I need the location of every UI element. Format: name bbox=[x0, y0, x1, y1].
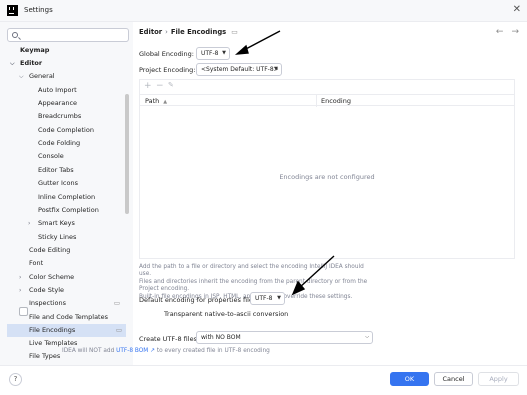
chevron-down-icon: ▼ bbox=[274, 66, 278, 72]
sidebar-item-sticky-lines[interactable]: Sticky Lines bbox=[38, 231, 76, 244]
sidebar-item-smart-keys[interactable]: › Smart Keys bbox=[28, 217, 75, 230]
sidebar-item-file-and-code-templates[interactable]: File and Code Templates bbox=[29, 311, 108, 324]
column-header-path[interactable]: Path ▲ bbox=[145, 97, 167, 105]
chevron-down-icon: ▼ bbox=[277, 295, 281, 301]
global-encoding-label: Global Encoding: bbox=[139, 50, 194, 58]
dialog-footer: ? OK Cancel Apply bbox=[0, 365, 527, 395]
chevron-right-icon[interactable]: › bbox=[28, 217, 30, 230]
sidebar-item-color-scheme[interactable]: › Color Scheme bbox=[19, 271, 74, 284]
chevron-down-icon: ⌵ bbox=[365, 334, 369, 340]
table-empty-text: Encodings are not configured bbox=[279, 173, 375, 181]
properties-encoding-label: Default encoding for properties files: bbox=[139, 296, 259, 304]
sidebar-item-font[interactable]: Font bbox=[29, 257, 43, 270]
project-encoding-value: <System Default: UTF-8> bbox=[201, 66, 279, 73]
sidebar-item-keymap[interactable]: Keymap bbox=[20, 44, 49, 57]
history-nav: ← → bbox=[488, 27, 519, 37]
bom-hint-text: to every created file in UTF-8 encoding bbox=[156, 348, 270, 354]
title-bar: Settings ✕ bbox=[0, 0, 527, 22]
chevron-down-icon[interactable]: ⌵ bbox=[10, 57, 15, 70]
chevron-right-icon[interactable]: › bbox=[19, 284, 21, 297]
sidebar-item-code-completion[interactable]: Code Completion bbox=[38, 124, 94, 137]
help-text-line: Add the path to a file or directory and … bbox=[139, 264, 364, 278]
project-encoding-select[interactable]: <System Default: UTF-8> ▼ bbox=[196, 63, 282, 76]
sidebar-item-console[interactable]: Console bbox=[38, 150, 64, 163]
global-encoding-select[interactable]: UTF-8 ▼ bbox=[196, 47, 230, 60]
bom-hint-text: IDEA will NOT add bbox=[62, 348, 115, 354]
ok-button[interactable]: OK bbox=[390, 372, 429, 386]
edit-icon[interactable]: ✎ bbox=[168, 81, 174, 89]
breadcrumb-separator: › bbox=[165, 28, 168, 36]
sidebar-item-file-encodings[interactable]: File Encodings ▭ bbox=[7, 324, 126, 337]
project-scope-icon: ▭ bbox=[113, 299, 120, 307]
project-encoding-label: Project Encoding: bbox=[139, 66, 196, 74]
search-input[interactable] bbox=[22, 30, 122, 40]
sidebar-item-postfix-completion[interactable]: Postfix Completion bbox=[38, 204, 99, 217]
sidebar-item-editor-tabs[interactable]: Editor Tabs bbox=[38, 164, 74, 177]
sort-ascending-icon: ▲ bbox=[163, 99, 168, 105]
table-header: Path ▲ Encoding bbox=[140, 94, 514, 107]
breadcrumb-editor[interactable]: Editor bbox=[139, 28, 162, 36]
sidebar-item-gutter-icons[interactable]: Gutter Icons bbox=[38, 177, 78, 190]
forward-arrow-icon[interactable]: → bbox=[511, 27, 519, 37]
create-utf8-label: Create UTF-8 files: bbox=[139, 335, 200, 343]
bom-select[interactable]: with NO BOM ⌵ bbox=[196, 331, 373, 344]
sidebar-item-auto-import[interactable]: Auto Import bbox=[38, 84, 77, 97]
chevron-down-icon: ▼ bbox=[222, 50, 226, 56]
bom-value: with NO BOM bbox=[201, 334, 241, 341]
sidebar-item-editor[interactable]: ⌵ Editor bbox=[10, 57, 42, 70]
encodings-table: + − ✎ Path ▲ Encoding Encodings are not c… bbox=[139, 79, 515, 259]
native-to-ascii-label[interactable]: Transparent native-to-ascii conversion bbox=[164, 310, 288, 318]
project-scope-icon: ▭ bbox=[231, 28, 238, 36]
sidebar-scrollbar[interactable] bbox=[125, 94, 129, 214]
help-button[interactable]: ? bbox=[9, 373, 22, 386]
remove-icon[interactable]: − bbox=[156, 81, 164, 91]
global-encoding-value: UTF-8 bbox=[201, 50, 219, 57]
table-toolbar: + − ✎ bbox=[140, 80, 514, 94]
sidebar-item-inspections[interactable]: Inspections ▭ bbox=[29, 297, 126, 310]
sidebar-item-code-editing[interactable]: Code Editing bbox=[29, 244, 70, 257]
app-logo-icon bbox=[7, 5, 18, 16]
properties-encoding-select[interactable]: UTF-8 ▼ bbox=[250, 292, 285, 305]
bom-hint: IDEA will NOT add UTF-8 BOM ↗ to every c… bbox=[62, 348, 270, 354]
column-divider[interactable] bbox=[316, 95, 317, 107]
add-icon[interactable]: + bbox=[144, 81, 152, 91]
sidebar-item-general[interactable]: ⌵ General bbox=[19, 70, 55, 83]
sidebar-item-code-folding[interactable]: Code Folding bbox=[38, 137, 80, 150]
utf8-bom-link[interactable]: UTF-8 BOM ↗ bbox=[116, 348, 155, 354]
close-icon[interactable]: ✕ bbox=[513, 4, 521, 16]
settings-search[interactable] bbox=[7, 28, 129, 42]
sidebar-item-file-types[interactable]: File Types bbox=[29, 350, 60, 363]
back-arrow-icon[interactable]: ← bbox=[496, 27, 504, 37]
page-title: File Encodings bbox=[170, 28, 227, 36]
chevron-right-icon[interactable]: › bbox=[19, 271, 21, 284]
cancel-button[interactable]: Cancel bbox=[434, 372, 473, 386]
properties-encoding-value: UTF-8 bbox=[255, 295, 273, 302]
window-title: Settings bbox=[24, 6, 53, 14]
search-icon bbox=[12, 32, 18, 38]
breadcrumb: Editor › File Encodings ▭ bbox=[139, 28, 238, 36]
sidebar-item-breadcrumbs[interactable]: Breadcrumbs bbox=[38, 110, 81, 123]
project-scope-icon: ▭ bbox=[115, 326, 122, 334]
sidebar-item-appearance[interactable]: Appearance bbox=[38, 97, 77, 110]
sidebar-item-inline-completion[interactable]: Inline Completion bbox=[38, 191, 95, 204]
sidebar-item-code-style[interactable]: › Code Style bbox=[19, 284, 64, 297]
native-to-ascii-checkbox[interactable] bbox=[19, 307, 28, 316]
apply-button[interactable]: Apply bbox=[478, 372, 519, 386]
chevron-down-icon[interactable]: ⌵ bbox=[19, 70, 24, 83]
settings-content: Editor › File Encodings ▭ ← → Global Encodin… bbox=[133, 22, 527, 365]
column-header-encoding[interactable]: Encoding bbox=[321, 97, 351, 105]
